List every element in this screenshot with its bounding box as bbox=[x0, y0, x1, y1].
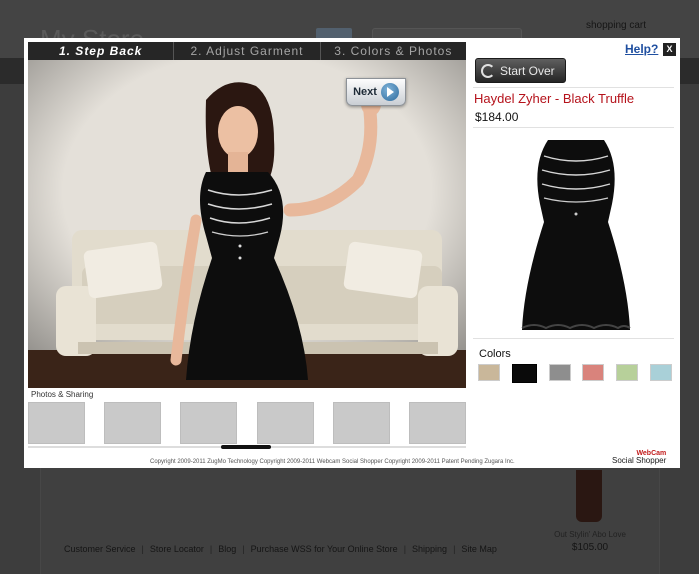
divider bbox=[473, 338, 674, 339]
photo-slot[interactable] bbox=[104, 402, 162, 444]
photo-slot[interactable] bbox=[256, 402, 314, 444]
tab-step-back[interactable]: 1. Step Back bbox=[28, 42, 175, 60]
webcam-stage: Next bbox=[28, 60, 466, 388]
next-button[interactable]: Next bbox=[346, 78, 406, 106]
footer-link: Store Locator bbox=[149, 544, 204, 554]
featured-product-thumbnail bbox=[576, 470, 602, 522]
close-button[interactable]: X bbox=[663, 43, 676, 56]
next-button-label: Next bbox=[353, 86, 377, 98]
featured-product-price: $105.00 bbox=[571, 542, 609, 553]
photo-slot[interactable] bbox=[408, 402, 466, 444]
photos-sharing-label: Photos & Sharing bbox=[31, 390, 94, 399]
tab-colors-photos[interactable]: 3. Colors & Photos bbox=[321, 42, 466, 60]
divider bbox=[473, 87, 674, 88]
photo-scrollbar-thumb[interactable] bbox=[221, 445, 271, 449]
colors-label: Colors bbox=[479, 348, 511, 360]
copyright-text: Copyright 2009-2011 ZugMo Technology Cop… bbox=[150, 459, 515, 465]
start-over-label: Start Over bbox=[500, 63, 555, 78]
color-swatches bbox=[478, 364, 672, 383]
product-price: $184.00 bbox=[475, 110, 519, 124]
footer-separator: | bbox=[209, 544, 213, 554]
photo-slot[interactable] bbox=[180, 402, 238, 444]
refresh-icon bbox=[481, 63, 495, 78]
swatch-coral[interactable] bbox=[582, 364, 605, 381]
footer-separator: | bbox=[141, 544, 144, 554]
step-tabs: 1. Step Back 2. Adjust Garment 3. Colors… bbox=[28, 42, 466, 60]
footer-link: Customer Service bbox=[64, 544, 136, 554]
footer-link: Site Map bbox=[461, 544, 497, 554]
swatch-sage[interactable] bbox=[616, 364, 639, 381]
shopping-cart-link: shopping cart bbox=[586, 20, 647, 31]
store-content-area bbox=[40, 468, 660, 574]
virtual-try-on-modal: 1. Step Back 2. Adjust Garment 3. Colors… bbox=[24, 38, 680, 468]
brand-line2: Social Shopper bbox=[612, 456, 667, 465]
swatch-sky[interactable] bbox=[649, 364, 672, 381]
photo-slot[interactable] bbox=[332, 402, 390, 444]
webcam-social-shopper-logo: WebCam Social Shopper bbox=[612, 450, 666, 465]
divider bbox=[473, 127, 674, 128]
help-link[interactable]: Help? bbox=[625, 42, 658, 56]
swatch-gray[interactable] bbox=[548, 364, 571, 381]
footer-separator: | bbox=[242, 544, 245, 554]
footer-separator: | bbox=[403, 544, 407, 554]
footer-separator: | bbox=[453, 544, 456, 554]
featured-product-name: Out Stylin' Abo Love bbox=[554, 530, 626, 539]
store-footer-links: Customer Service | Store Locator | Blog … bbox=[40, 544, 510, 554]
swatch-tan[interactable] bbox=[478, 364, 500, 381]
photo-strip bbox=[28, 402, 466, 444]
swatch-black[interactable] bbox=[511, 364, 537, 383]
footer-link: Shipping bbox=[412, 544, 448, 554]
footer-link: Blog bbox=[218, 544, 237, 554]
play-arrow-icon bbox=[380, 83, 399, 101]
tab-adjust-garment[interactable]: 2. Adjust Garment bbox=[174, 42, 321, 60]
photo-slot[interactable] bbox=[28, 402, 85, 444]
product-name: Haydel Zyher - Black Truffle bbox=[474, 91, 635, 106]
product-dress-image bbox=[521, 140, 631, 330]
webcam-scene bbox=[28, 60, 466, 388]
footer-link: Purchase WSS for Your Online Store bbox=[250, 544, 398, 554]
start-over-button[interactable]: Start Over bbox=[475, 58, 566, 83]
